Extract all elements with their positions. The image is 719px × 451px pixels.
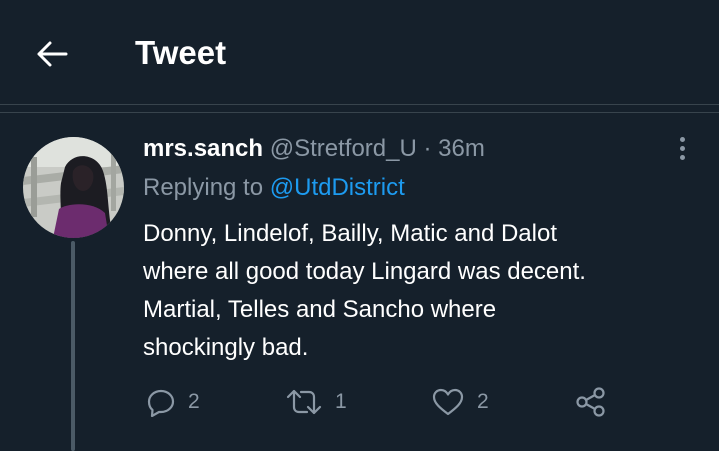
separator-dot: · (423, 135, 432, 162)
replying-to: Replying to @UtdDistrict (143, 173, 405, 203)
replying-to-link[interactable]: @UtdDistrict (270, 174, 405, 201)
page-title: Tweet (135, 34, 227, 71)
reply-count: 2 (188, 390, 200, 413)
top-app-bar: Tweet (0, 0, 719, 105)
author-handle[interactable]: @Stretford_U (270, 135, 417, 162)
tweet-text-line: where all good today Lingard was decent. (143, 258, 586, 285)
reply-button[interactable]: 2 (146, 382, 200, 422)
author-display-name[interactable]: mrs.sanch (143, 135, 263, 162)
avatar-photo (23, 137, 124, 238)
retweet-icon (286, 389, 322, 415)
arrow-left-icon (37, 41, 68, 67)
retweet-count: 1 (335, 390, 347, 413)
tweet-text-line: Donny, Lindelof, Bailly, Matic and Dalot (143, 220, 557, 247)
retweet-button[interactable]: 1 (285, 382, 347, 422)
tweet-text: Donny, Lindelof, Bailly, Matic and Dalot… (143, 215, 703, 367)
like-count: 2 (477, 390, 489, 413)
tweet-actions: 2 1 2 (0, 382, 719, 422)
tweet-text-line: shockingly bad. (143, 334, 309, 361)
back-button[interactable] (34, 36, 70, 72)
avatar[interactable] (23, 137, 124, 238)
heart-icon (432, 388, 464, 416)
more-vertical-icon (679, 136, 685, 142)
share-icon (576, 387, 605, 417)
tweet-author-row: mrs.sanch @Stretford_U · 36m (143, 134, 485, 164)
share-button[interactable] (575, 382, 607, 422)
tweet-text-line: Martial, Telles and Sancho where (143, 296, 497, 323)
tweet-timestamp[interactable]: 36m (438, 135, 485, 162)
divider (0, 112, 719, 113)
replying-to-label: Replying to (143, 174, 264, 201)
like-button[interactable]: 2 (431, 382, 489, 422)
comment-icon (147, 389, 175, 417)
more-options-button[interactable] (670, 132, 694, 164)
